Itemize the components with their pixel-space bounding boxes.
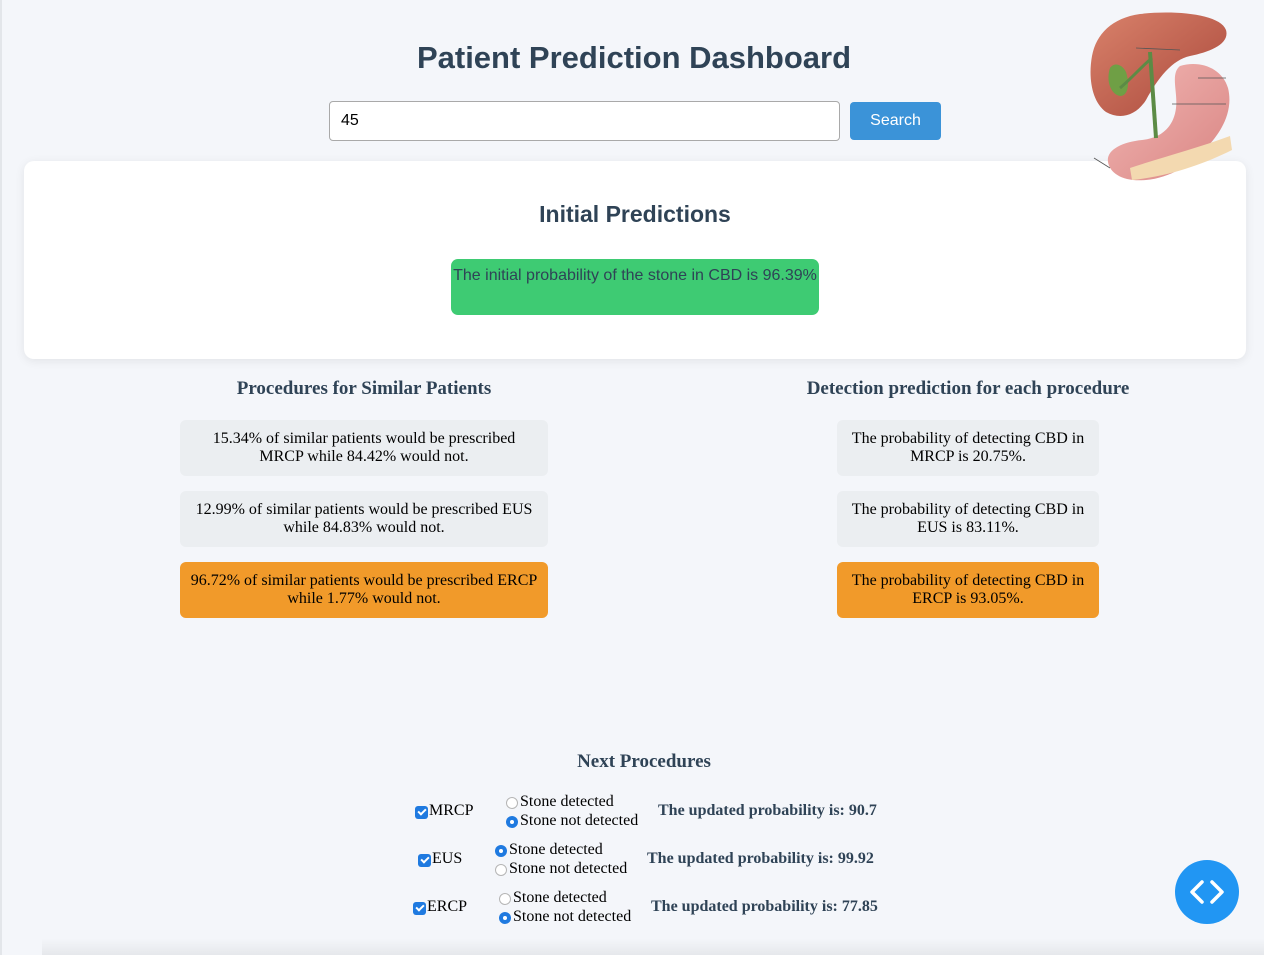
detection-eus-box: The probability of detecting CBD in EUS …: [837, 491, 1099, 547]
detection-ercp-box: The probability of detecting CBD in ERCP…: [837, 562, 1099, 618]
mrcp-not-detected-label: Stone not detected: [520, 812, 639, 829]
detection-mrcp-box: The probability of detecting CBD in MRCP…: [837, 420, 1099, 476]
next-procedure-row-eus: EUS Stone detected Stone not detected Th…: [418, 841, 888, 881]
ercp-checkbox[interactable]: [413, 902, 426, 915]
eus-not-detected-label: Stone not detected: [509, 860, 628, 877]
next-procedures-heading: Next Procedures: [577, 751, 711, 772]
patient-search-input[interactable]: [329, 101, 840, 141]
mrcp-detected-radio[interactable]: [506, 797, 518, 809]
eus-detected-radio[interactable]: [495, 845, 507, 857]
ercp-label: ERCP: [427, 898, 468, 915]
next-procedure-row-ercp: ERCP Stone detected Stone not detected T…: [413, 889, 883, 929]
bottom-edge-shadow: [42, 938, 1264, 955]
eus-updated-probability: The updated probability is: 99.92: [647, 850, 874, 867]
mrcp-not-detected-radio[interactable]: [506, 816, 518, 828]
initial-predictions-heading: Initial Predictions: [539, 201, 731, 227]
dashboard-page: Patient Prediction Dashboard Search Init…: [0, 0, 1264, 955]
mrcp-label: MRCP: [429, 802, 474, 819]
search-button[interactable]: Search: [850, 102, 941, 140]
code-toggle-button[interactable]: [1175, 860, 1239, 924]
eus-checkbox[interactable]: [418, 854, 431, 867]
ercp-not-detected-label: Stone not detected: [513, 908, 632, 925]
ercp-detected-radio[interactable]: [499, 893, 511, 905]
ercp-detected-label: Stone detected: [513, 889, 607, 906]
detection-heading: Detection prediction for each procedure: [806, 378, 1130, 399]
eus-label: EUS: [432, 850, 463, 867]
similar-mrcp-box: 15.34% of similar patients would be pres…: [180, 420, 548, 476]
liver-stomach-illustration: [1090, 12, 1232, 181]
ercp-updated-probability: The updated probability is: 77.85: [651, 898, 878, 915]
initial-predictions-card: Initial Predictions The initial probabil…: [24, 161, 1246, 359]
next-procedure-row-mrcp: MRCP Stone detected Stone not detected T…: [415, 793, 885, 833]
code-brackets-icon: [1190, 880, 1224, 904]
eus-not-detected-radio[interactable]: [495, 864, 507, 876]
ercp-not-detected-radio[interactable]: [499, 912, 511, 924]
similar-ercp-box: 96.72% of similar patients would be pres…: [180, 562, 548, 618]
eus-detected-label: Stone detected: [509, 841, 603, 858]
initial-probability-box: The initial probability of the stone in …: [451, 259, 819, 315]
mrcp-updated-probability: The updated probability is: 90.7: [658, 802, 877, 819]
mrcp-checkbox[interactable]: [415, 806, 428, 819]
similar-patients-heading: Procedures for Similar Patients: [236, 378, 492, 399]
similar-eus-box: 12.99% of similar patients would be pres…: [180, 491, 548, 547]
mrcp-detected-label: Stone detected: [520, 793, 614, 810]
page-title: Patient Prediction Dashboard: [416, 40, 852, 75]
